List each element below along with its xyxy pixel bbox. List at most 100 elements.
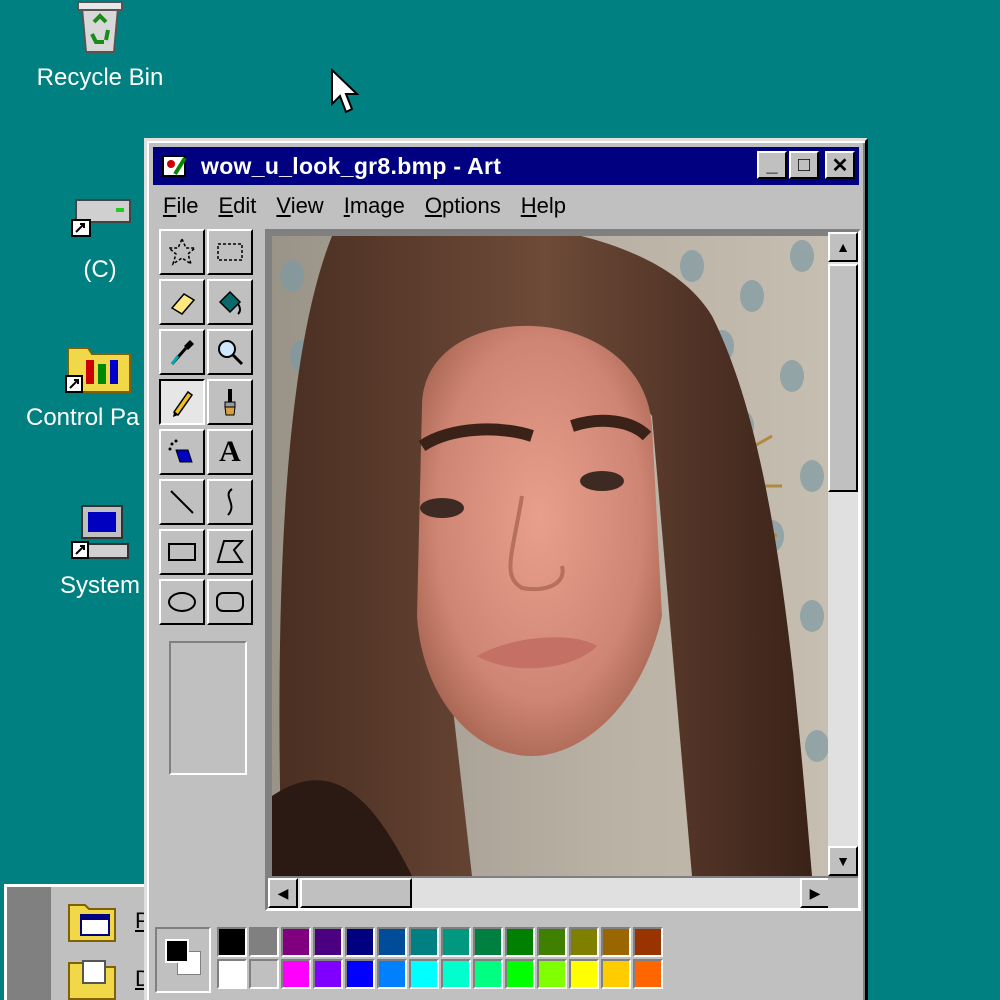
- palette-swatch[interactable]: [345, 927, 375, 957]
- current-colors[interactable]: [155, 927, 211, 993]
- palette-swatch[interactable]: [441, 959, 471, 989]
- palette-swatch[interactable]: [313, 959, 343, 989]
- scroll-down-button[interactable]: ▼: [828, 846, 858, 876]
- palette-swatch[interactable]: [281, 959, 311, 989]
- scroll-right-button[interactable]: ▶: [800, 878, 830, 908]
- portrait-photo: [272, 236, 828, 876]
- curve-tool[interactable]: [207, 479, 253, 525]
- palette-swatch[interactable]: [537, 927, 567, 957]
- fill-icon: [218, 290, 242, 315]
- palette-swatch[interactable]: [633, 959, 663, 989]
- vertical-scrollbar[interactable]: ▲ ▼: [828, 232, 858, 876]
- menu-image[interactable]: Image: [344, 193, 405, 219]
- palette-swatch[interactable]: [505, 959, 535, 989]
- curve-icon: [227, 488, 233, 516]
- title-bar-buttons: _ □ ✕: [757, 151, 855, 179]
- horizontal-scroll-thumb[interactable]: [300, 878, 412, 908]
- menu-help[interactable]: Help: [521, 193, 566, 219]
- ellipse-icon: [168, 592, 196, 612]
- paint-app-icon: [162, 155, 187, 177]
- desktop-icon-recycle-bin[interactable]: Recycle Bin: [30, 0, 170, 92]
- polygon-tool[interactable]: [207, 529, 253, 575]
- menu-edit[interactable]: Edit: [218, 193, 256, 219]
- palette-swatch[interactable]: [569, 959, 599, 989]
- palette-swatch[interactable]: [377, 959, 407, 989]
- computer-icon: [68, 502, 132, 566]
- tool-options-box[interactable]: [169, 641, 247, 775]
- palette-swatch[interactable]: [249, 959, 279, 989]
- canvas-area: ▲ ▼ ◀ ▶: [265, 229, 861, 911]
- scrollbar-corner: [828, 878, 858, 908]
- palette-swatch[interactable]: [281, 927, 311, 957]
- free-form-select-tool[interactable]: [159, 229, 205, 275]
- mouse-pointer-icon: [331, 68, 360, 114]
- horizontal-scrollbar[interactable]: ◀ ▶: [268, 878, 830, 908]
- documents-folder-icon: [68, 960, 116, 1000]
- fill-tool[interactable]: [207, 279, 253, 325]
- free-form-select-icon: [166, 237, 198, 266]
- menu-view[interactable]: View: [276, 193, 323, 219]
- recycle-bin-icon: [68, 0, 132, 58]
- palette-swatch[interactable]: [601, 959, 631, 989]
- brush-tool[interactable]: [207, 379, 253, 425]
- foreground-color: [165, 939, 189, 963]
- palette-swatch[interactable]: [217, 927, 247, 957]
- rounded-rectangle-icon: [216, 592, 244, 612]
- magnifier-tool[interactable]: [207, 329, 253, 375]
- rectangle-tool[interactable]: [159, 529, 205, 575]
- close-button[interactable]: ✕: [825, 151, 855, 179]
- eraser-tool[interactable]: [159, 279, 205, 325]
- palette-swatch[interactable]: [409, 959, 439, 989]
- pencil-tool[interactable]: [159, 379, 205, 425]
- minimize-button[interactable]: _: [757, 151, 787, 179]
- text-icon: A: [219, 435, 241, 468]
- palette-swatch[interactable]: [377, 927, 407, 957]
- maximize-button[interactable]: □: [789, 151, 819, 179]
- line-icon: [170, 490, 194, 514]
- palette-swatch[interactable]: [505, 927, 535, 957]
- select-tool[interactable]: [207, 229, 253, 275]
- pick-color-tool[interactable]: [159, 329, 205, 375]
- vertical-scroll-thumb[interactable]: [828, 264, 858, 492]
- palette-swatch[interactable]: [601, 927, 631, 957]
- palette-swatch[interactable]: [249, 927, 279, 957]
- rounded-rectangle-tool[interactable]: [207, 579, 253, 625]
- palette-swatch[interactable]: [537, 959, 567, 989]
- eraser-icon: [170, 293, 196, 315]
- palette-swatch[interactable]: [441, 927, 471, 957]
- drawing-canvas[interactable]: [272, 236, 828, 876]
- scroll-up-button[interactable]: ▲: [828, 232, 858, 262]
- palette-swatch[interactable]: [409, 927, 439, 957]
- control-panel-icon: [60, 334, 131, 398]
- select-icon: [217, 243, 243, 261]
- text-tool[interactable]: A: [207, 429, 253, 475]
- ellipse-tool[interactable]: [159, 579, 205, 625]
- start-menu: P D: [4, 884, 164, 1000]
- palette-swatch[interactable]: [345, 959, 375, 989]
- paint-window: wow_u_look_gr8.bmp - Art _ □ ✕ File Edit…: [144, 138, 868, 1000]
- polygon-icon: [216, 540, 245, 563]
- color-box: [155, 927, 867, 1000]
- start-menu-stripe: [7, 887, 51, 1000]
- color-palette: [217, 927, 663, 989]
- pick-color-icon: [170, 340, 194, 365]
- start-menu-item-documents[interactable]: D: [67, 957, 151, 1000]
- menu-bar: File Edit View Image Options Help: [153, 189, 859, 223]
- scroll-left-button[interactable]: ◀: [268, 878, 298, 908]
- palette-swatch[interactable]: [473, 927, 503, 957]
- menu-file[interactable]: File: [163, 193, 198, 219]
- palette-swatch[interactable]: [313, 927, 343, 957]
- rectangle-icon: [168, 543, 196, 561]
- palette-swatch[interactable]: [633, 927, 663, 957]
- palette-swatch[interactable]: [217, 959, 247, 989]
- start-menu-item-programs[interactable]: P: [67, 899, 150, 943]
- airbrush-icon: [168, 439, 193, 463]
- palette-swatch[interactable]: [569, 927, 599, 957]
- title-bar[interactable]: wow_u_look_gr8.bmp - Art _ □ ✕: [153, 147, 859, 185]
- menu-options[interactable]: Options: [425, 193, 501, 219]
- line-tool[interactable]: [159, 479, 205, 525]
- desktop-icon-label: Recycle Bin: [36, 64, 164, 91]
- palette-swatch[interactable]: [473, 959, 503, 989]
- hard-drive-icon: [68, 186, 132, 250]
- airbrush-tool[interactable]: [159, 429, 205, 475]
